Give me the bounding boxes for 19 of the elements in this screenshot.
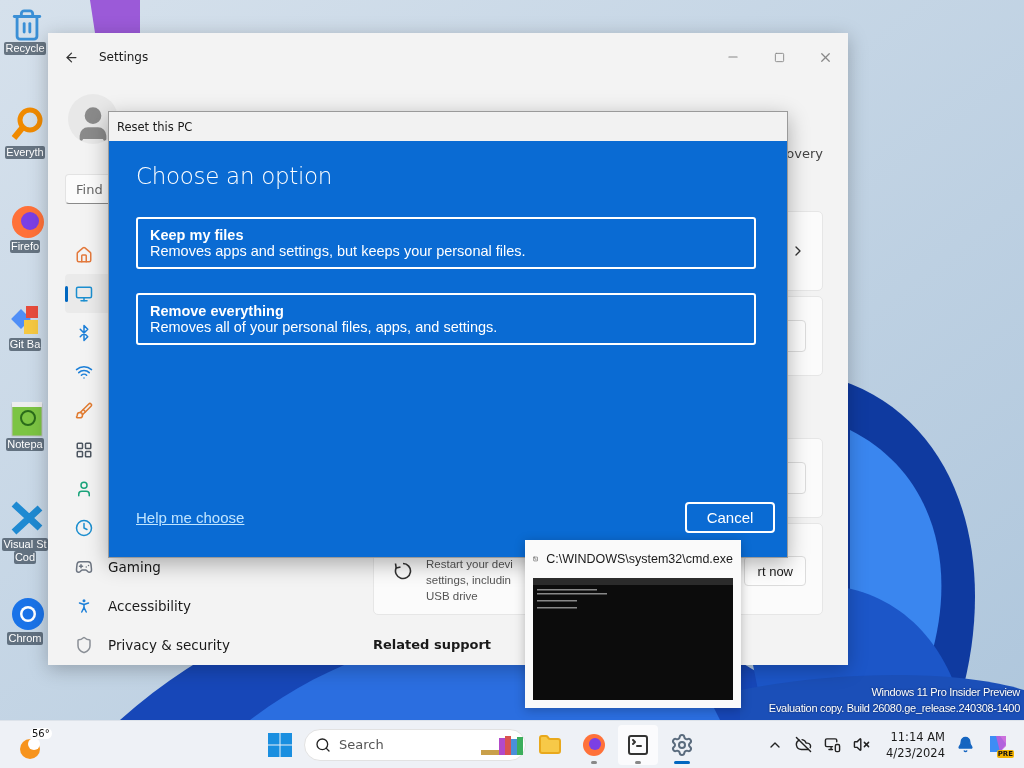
desktop-icon-label: Firefo [9,240,41,253]
desktop-icon-label: Recycle [4,42,46,55]
desktop-icon-label: Everyth [5,146,45,159]
desktop-icon-label: Visual St [2,538,48,551]
desktop-icon-label: Notepa [6,438,44,451]
desktop-icon-label: Git Ba [8,338,42,351]
card-text: Restart your devi [426,557,513,572]
window-title: Settings [99,50,149,64]
watermark-text: Windows 11 Pro Insider Preview [871,685,1020,700]
card-text: settings, includin [426,573,513,588]
subtitle-text: overy [786,146,823,161]
card-text: USB drive [426,589,479,604]
desktop-icon-label: Cod [13,551,37,564]
watermark-text: Evaluation copy. Build 26080.ge_release.240308-1400 [768,701,1020,716]
section-heading: Related support [373,637,493,652]
preview-title: C:\WINDOWS\system32\cmd.exe [546,552,733,566]
dialog-heading: Choose an option [136,163,334,189]
dialog-title: Reset this PC [117,119,193,134]
desktop-icon-label: Chrom [7,632,43,645]
